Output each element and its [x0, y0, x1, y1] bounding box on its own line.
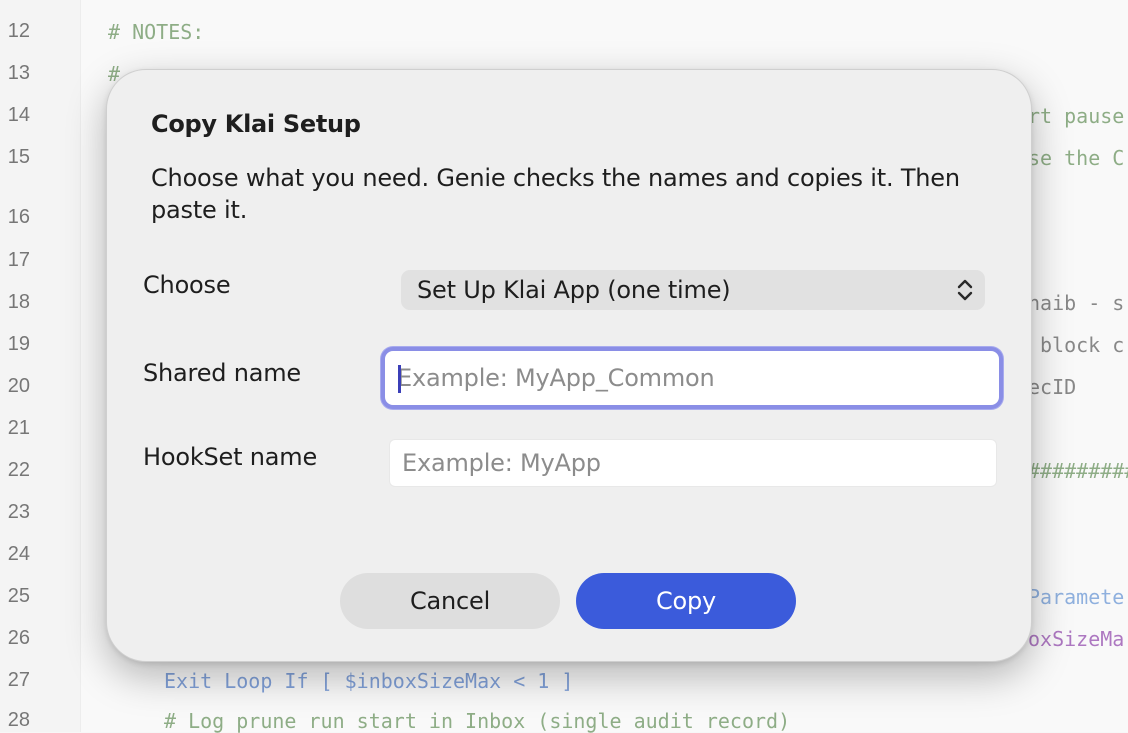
line-number: 16	[7, 206, 30, 228]
line-number: 19	[7, 333, 30, 355]
line-number-gutter: 12 13 14 15 16 17 18 19 20 21 22 23 24 2…	[0, 0, 81, 732]
code-line: Paramete	[1028, 585, 1125, 609]
code-line: haib - s	[1028, 291, 1125, 315]
code-line: se the C	[1028, 146, 1125, 170]
line-number: 23	[7, 501, 30, 523]
line-number: 14	[7, 104, 30, 126]
line-number: 20	[7, 375, 30, 397]
line-number: 28	[7, 709, 30, 731]
line-number: 15	[7, 146, 30, 168]
hookset-name-input[interactable]	[389, 439, 997, 487]
line-number: 26	[7, 627, 30, 649]
chevron-up-down-icon	[955, 278, 975, 302]
line-number: 27	[7, 669, 30, 691]
choose-select-value: Set Up Klai App (one time)	[417, 276, 731, 304]
code-line: # NOTES:	[108, 20, 205, 44]
code-line: block c	[1040, 333, 1125, 357]
choose-select[interactable]: Set Up Klai App (one time)	[401, 270, 985, 310]
code-line: Exit Loop If [ $inboxSizeMax < 1 ]	[164, 669, 574, 693]
shared-name-input[interactable]	[381, 347, 1003, 409]
code-line: #########	[1028, 459, 1128, 483]
line-number: 25	[7, 585, 30, 607]
code-line: rt pause	[1028, 104, 1125, 128]
hookset-name-label: HookSet name	[143, 443, 318, 471]
line-number: 18	[7, 291, 30, 313]
line-number: 12	[7, 20, 30, 42]
line-number: 17	[7, 249, 30, 271]
code-line: oxSizeMa	[1028, 627, 1125, 651]
line-number: 22	[7, 459, 30, 481]
code-line: ecID	[1028, 375, 1077, 399]
line-number: 21	[7, 417, 30, 439]
dialog-title: Copy Klai Setup	[151, 110, 361, 138]
line-number: 24	[7, 543, 30, 565]
cancel-button[interactable]: Cancel	[340, 573, 560, 629]
copy-setup-dialog: Copy Klai Setup Choose what you need. Ge…	[106, 69, 1032, 662]
choose-label: Choose	[143, 271, 231, 299]
copy-button[interactable]: Copy	[576, 573, 796, 629]
code-line: # Log prune run start in Inbox (single a…	[164, 709, 791, 733]
line-number: 13	[7, 62, 30, 84]
dialog-description: Choose what you need. Genie checks the n…	[151, 164, 960, 224]
text-caret	[398, 365, 401, 393]
shared-name-label: Shared name	[143, 359, 301, 387]
